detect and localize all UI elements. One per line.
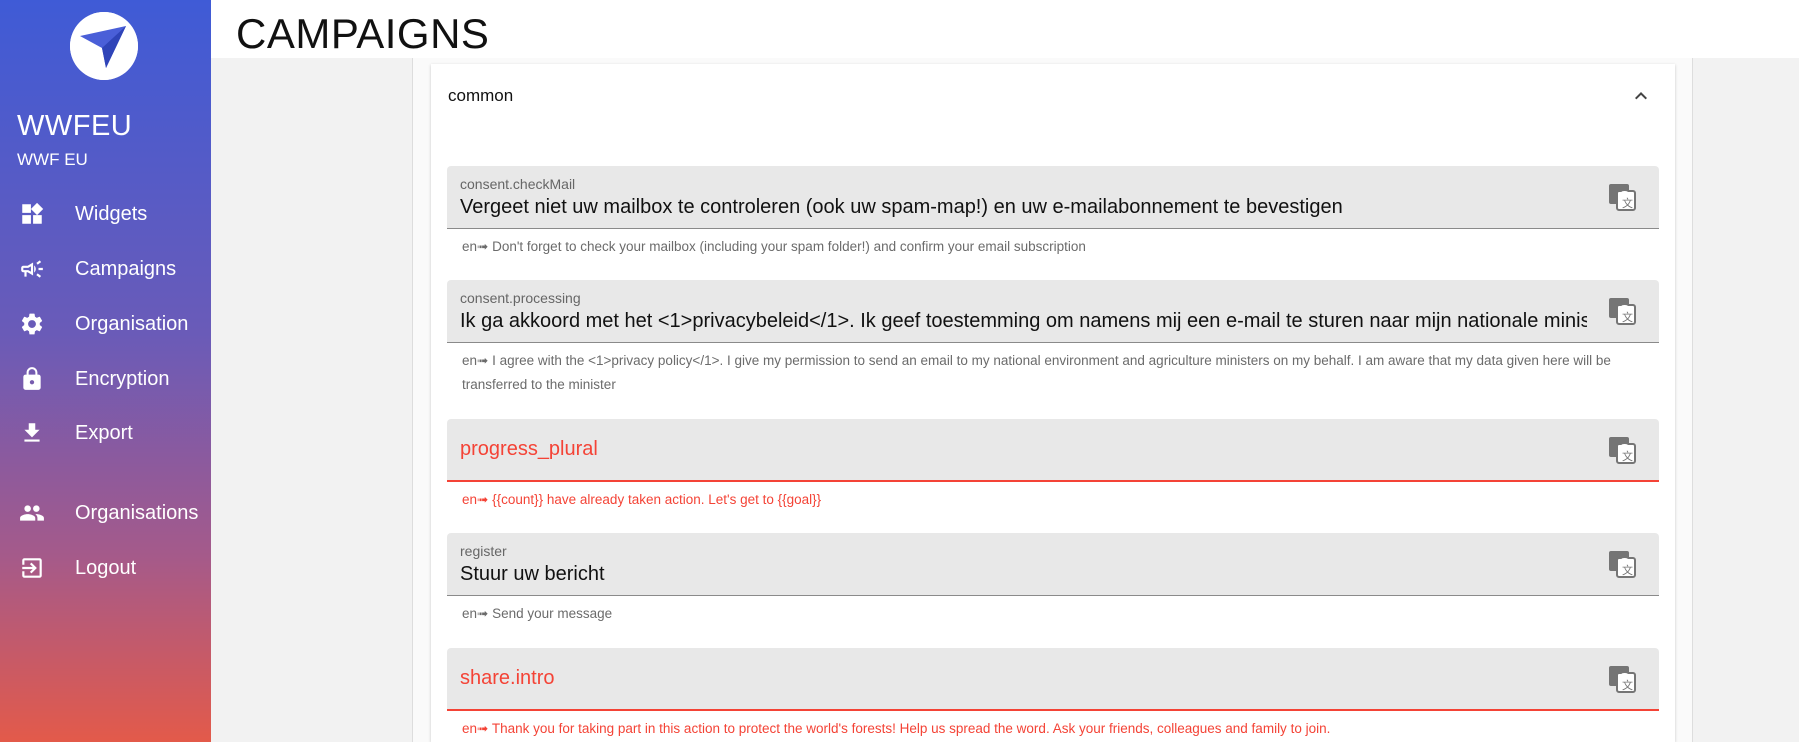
org-subtitle: WWF EU [17,150,88,169]
field-value[interactable]: Vergeet niet uw mailbox te controleren (… [460,196,1587,219]
content-panel: common consent.checkMail Vergeet niet uw… [412,58,1693,742]
nav-item-export[interactable]: Export [0,409,211,457]
field-helper-text: en➟ Thank you for taking part in this ac… [462,721,1331,736]
translation-field: consent.processing Ik ga akkoord met het… [447,280,1659,397]
nav-label-encryption: Encryption [75,367,170,390]
nav-item-organisation[interactable]: Organisation [0,300,211,348]
nav-label-logout: Logout [75,556,137,579]
nav-label-widgets: Widgets [75,202,148,225]
translation-input[interactable]: consent.checkMail Vergeet niet uw mailbo… [447,166,1659,229]
field-key-label: progress_plural [460,438,598,460]
nav-label-export: Export [75,421,133,444]
translation-input[interactable]: consent.processing Ik ga akkoord met het… [447,280,1659,343]
people-icon [16,497,48,529]
field-value[interactable]: Stuur uw bericht [460,563,1587,586]
translation-field: register Stuur uw bericht G文 en➟ Send yo… [447,533,1659,626]
chevron-up-icon[interactable] [1629,84,1653,108]
nav-item-logout[interactable]: Logout [0,544,211,592]
gear-icon [16,308,48,340]
translation-input[interactable]: progress_plural G文 [447,419,1659,482]
field-helper-text: en➟ {{count}} have already taken action.… [462,492,822,507]
sidebar: WWFEU WWF EU Widgets Campaigns Organisat… [0,0,211,742]
field-helper-text: en➟ Don't forget to check your mailbox (… [462,239,1086,254]
org-name: WWFEU [17,110,133,142]
nav-item-campaigns[interactable]: Campaigns [0,245,211,293]
svg-text:文: 文 [1622,563,1633,577]
google-translate-icon[interactable]: G文 [1607,435,1637,465]
download-icon [16,417,48,449]
widgets-icon [16,198,48,230]
google-translate-icon[interactable]: G文 [1607,549,1637,579]
nav-label-campaigns: Campaigns [75,257,177,280]
logout-icon [16,552,48,584]
translation-field: consent.checkMail Vergeet niet uw mailbo… [447,166,1659,259]
app-logo [70,12,138,80]
google-translate-icon[interactable]: G文 [1607,296,1637,326]
field-key-label: share.intro [460,667,555,689]
translation-input[interactable]: register Stuur uw bericht G文 [447,533,1659,596]
field-key-label: consent.processing [460,290,581,306]
megaphone-icon [16,253,48,285]
field-helper-text: en➟ I agree with the <1>privacy policy</… [462,353,1611,392]
nav-label-organisations: Organisations [75,501,199,524]
translation-input[interactable]: share.intro G文 [447,648,1659,711]
svg-text:文: 文 [1622,196,1633,210]
google-translate-icon[interactable]: G文 [1607,664,1637,694]
field-helper-text: en➟ Send your message [462,606,613,621]
google-translate-icon[interactable]: G文 [1607,182,1637,212]
section-title: common [448,86,514,105]
svg-text:文: 文 [1622,678,1633,692]
section-card-common: common consent.checkMail Vergeet niet uw… [431,64,1675,742]
svg-text:文: 文 [1622,310,1633,324]
field-key-label: register [460,543,507,559]
translation-field-missing: progress_plural G文 en➟ {{count}} have al… [447,419,1659,512]
main-content: common consent.checkMail Vergeet niet uw… [211,58,1799,742]
nav-item-organisations[interactable]: Organisations [0,489,211,537]
lock-icon [16,363,48,395]
field-value[interactable]: Ik ga akkoord met het <1>privacybeleid</… [460,310,1587,333]
page-title: CAMPAIGNS [236,10,490,57]
svg-text:文: 文 [1622,449,1633,463]
field-key-label: consent.checkMail [460,176,576,192]
app-header: CAMPAIGNS [211,0,1799,58]
nav-label-organisation: Organisation [75,312,189,335]
translation-field-missing: share.intro G文 en➟ Thank you for taking … [447,648,1659,741]
section-header[interactable]: common [431,64,1675,128]
nav-item-widgets[interactable]: Widgets [0,190,211,238]
nav-item-encryption[interactable]: Encryption [0,355,211,403]
paper-plane-logo-icon [70,12,138,80]
